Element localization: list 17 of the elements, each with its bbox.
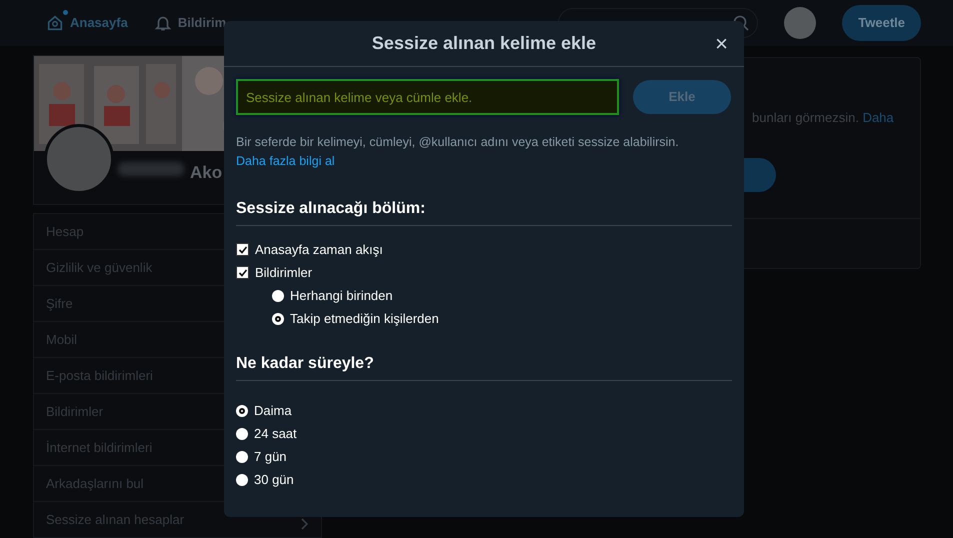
tweet-button[interactable]: Tweetle — [842, 5, 921, 41]
section-heading: Sessize alınacağı bölüm: — [236, 197, 732, 226]
nav-tab[interactable]: Anasayfa — [46, 13, 128, 33]
help-text: Bir seferde bir kelimeyi, cümleyi, @kullanıcı adını veya etiketi sessize alabilirsin. — [236, 134, 680, 151]
description-text: bunları görmezsin. Daha — [752, 109, 894, 127]
help-link[interactable]: Daha fazla bilgi al — [236, 154, 335, 168]
input-field[interactable]: Sessize alınan kelime veya cümle ekle. — [236, 79, 619, 115]
nav-tab[interactable]: Bildirim — [154, 13, 226, 33]
radio-label: Daima — [254, 402, 292, 420]
close-button[interactable]: × — [711, 31, 732, 57]
dialog-title: Sessize alınan kelime ekle — [372, 32, 596, 55]
section-heading: Ne kadar süreyle? — [236, 352, 732, 381]
more-link[interactable]: Daha — [862, 110, 894, 125]
profile-name: Ako — [190, 162, 222, 184]
checkbox-label: Bildirimler — [255, 264, 312, 282]
radio-label: 7 gün — [254, 448, 287, 466]
radio-label: 30 gün — [254, 470, 294, 489]
